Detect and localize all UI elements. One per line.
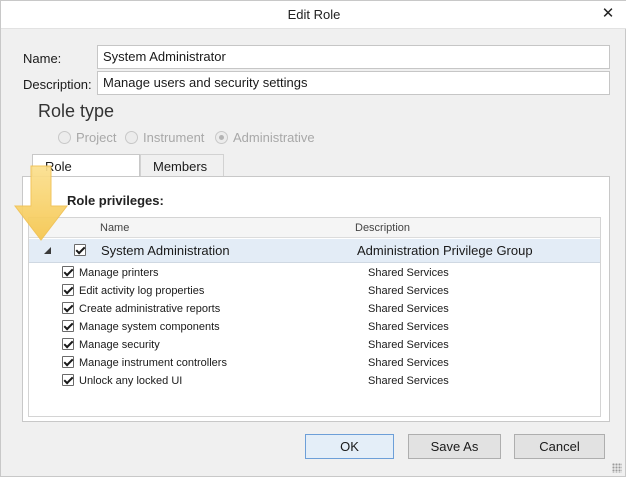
privilege-name: Manage instrument controllers	[79, 357, 227, 369]
radio-icon	[58, 130, 71, 144]
edit-role-dialog: Edit Role ✕ Name: System Administrator D…	[0, 0, 626, 477]
radio-administrative[interactable]: Administrative	[215, 129, 315, 145]
window-title: Edit Role	[287, 7, 341, 22]
privilege-description: Shared Services	[368, 357, 449, 369]
privilege-description: Shared Services	[368, 339, 449, 351]
group-name: System Administration	[101, 243, 230, 258]
privileges-title: Role privileges:	[67, 193, 164, 208]
privilege-description: Shared Services	[368, 375, 449, 387]
tab-members[interactable]: Members	[140, 154, 224, 177]
privilege-checkbox[interactable]	[62, 374, 74, 386]
privilege-name: Manage printers	[79, 267, 159, 279]
privilege-row[interactable]: Manage instrument controllers Shared Ser…	[29, 354, 600, 372]
description-label: Description:	[23, 77, 92, 92]
radio-project[interactable]: Project	[58, 129, 116, 145]
privilege-checkbox[interactable]	[62, 284, 74, 296]
radio-icon	[125, 130, 138, 144]
privilege-description: Shared Services	[368, 303, 449, 315]
privilege-row[interactable]: Unlock any locked UI Shared Services	[29, 372, 600, 390]
privilege-description: Shared Services	[368, 321, 449, 333]
group-description: Administration Privilege Group	[357, 243, 533, 258]
radio-label: Instrument	[143, 129, 205, 145]
resize-grip-icon[interactable]	[612, 463, 622, 473]
close-icon[interactable]: ✕	[599, 4, 617, 24]
column-header-name[interactable]: Name	[100, 222, 129, 234]
name-label: Name:	[23, 51, 62, 66]
radio-label: Administrative	[233, 129, 315, 145]
privilege-checkbox[interactable]	[62, 356, 74, 368]
privilege-checkbox[interactable]	[62, 338, 74, 350]
column-header-description[interactable]: Description	[355, 222, 410, 234]
radio-instrument[interactable]: Instrument	[125, 129, 204, 145]
privilege-description: Shared Services	[368, 267, 449, 279]
privileges-grid: Name Description System Administration A…	[28, 217, 601, 417]
radio-label: Project	[76, 129, 117, 145]
radio-selected-icon	[215, 130, 228, 144]
privilege-row[interactable]: Manage system components Shared Services	[29, 318, 600, 336]
save-as-button[interactable]: Save As	[408, 434, 501, 459]
privilege-row[interactable]: Manage security Shared Services	[29, 336, 600, 354]
privilege-description: Shared Services	[368, 285, 449, 297]
group-checkbox[interactable]	[74, 244, 86, 256]
role-type-heading: Role type	[38, 101, 115, 121]
privilege-row[interactable]: Create administrative reports Shared Ser…	[29, 300, 600, 318]
privilege-name: Manage system components	[79, 321, 220, 333]
privilege-row[interactable]: Manage printers Shared Services	[29, 264, 600, 282]
group-row[interactable]: System Administration Administration Pri…	[29, 239, 600, 263]
privilege-name: Manage security	[79, 339, 160, 351]
title-bar[interactable]: Edit Role ✕	[1, 1, 626, 29]
name-field[interactable]: System Administrator	[97, 45, 610, 69]
arrow-down-icon	[13, 165, 69, 241]
description-field[interactable]: Manage users and security settings	[97, 71, 610, 95]
privilege-name: Unlock any locked UI	[79, 375, 183, 387]
privilege-name: Create administrative reports	[79, 303, 221, 315]
privilege-row[interactable]: Edit activity log properties Shared Serv…	[29, 282, 600, 300]
privilege-checkbox[interactable]	[62, 266, 74, 278]
ok-button[interactable]: OK	[305, 434, 394, 459]
collapse-triangle-icon[interactable]	[44, 247, 51, 254]
privilege-checkbox[interactable]	[62, 302, 74, 314]
cancel-button[interactable]: Cancel	[514, 434, 605, 459]
role-privileges-panel: Role privileges: Name Description System…	[22, 176, 610, 422]
grid-header: Name Description	[29, 218, 600, 238]
privilege-name: Edit activity log properties	[79, 285, 205, 297]
privilege-checkbox[interactable]	[62, 320, 74, 332]
